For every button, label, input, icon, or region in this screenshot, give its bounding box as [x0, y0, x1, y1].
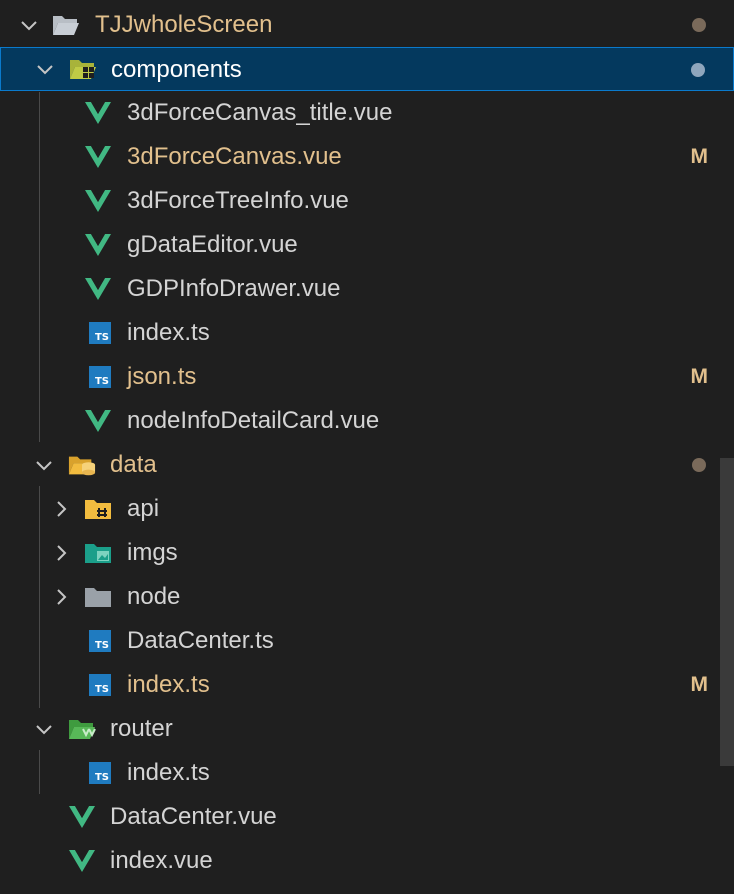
folder-row-api[interactable]: api — [0, 487, 734, 531]
folder-row-imgs[interactable]: imgs — [0, 531, 734, 575]
file-row[interactable]: gDataEditor.vue — [0, 223, 734, 267]
typescript-icon: TS — [86, 363, 114, 391]
chevron-right-icon — [49, 585, 73, 609]
folder-label: components — [111, 56, 242, 83]
ts-icon-text: TS — [94, 772, 109, 783]
vue-icon — [84, 275, 112, 303]
folder-row-router[interactable]: router — [0, 707, 734, 751]
file-row[interactable]: TS DataCenter.ts — [0, 619, 734, 663]
folder-open-icon — [52, 11, 80, 39]
chevron-down-icon — [32, 453, 56, 477]
file-row[interactable]: TS index.ts — [0, 751, 734, 795]
file-label: index.vue — [110, 847, 213, 874]
folder-row-root[interactable]: TJJwholeScreen — [0, 3, 734, 47]
file-row[interactable]: DataCenter.vue — [0, 795, 734, 839]
ts-icon-text: TS — [94, 332, 109, 343]
router-folder-icon — [68, 715, 96, 743]
file-row[interactable]: 3dForceCanvas_title.vue — [0, 91, 734, 135]
file-label: index.ts — [127, 671, 210, 698]
file-row[interactable]: TS index.ts M — [0, 663, 734, 707]
vue-icon — [84, 99, 112, 127]
chevron-down-icon — [33, 57, 57, 81]
database-folder-icon — [68, 451, 96, 479]
file-label: gDataEditor.vue — [127, 231, 298, 258]
modified-dot — [692, 18, 706, 32]
file-label: 3dForceCanvas_title.vue — [127, 99, 393, 126]
typescript-icon: TS — [86, 319, 114, 347]
vue-icon — [84, 407, 112, 435]
file-row[interactable]: GDPInfoDrawer.vue — [0, 267, 734, 311]
typescript-icon: TS — [86, 671, 114, 699]
vue-icon — [84, 231, 112, 259]
folder-label: imgs — [127, 539, 178, 566]
file-label: GDPInfoDrawer.vue — [127, 275, 341, 302]
file-row[interactable]: TS index.ts — [0, 311, 734, 355]
file-label: index.ts — [127, 319, 210, 346]
file-label: DataCenter.vue — [110, 803, 277, 830]
vertical-scrollbar[interactable] — [720, 458, 734, 766]
vue-icon — [68, 847, 96, 875]
ts-icon-text: TS — [94, 640, 109, 651]
file-label: 3dForceCanvas.vue — [127, 143, 342, 170]
file-label: 3dForceTreeInfo.vue — [127, 187, 349, 214]
folder-label: data — [110, 451, 157, 478]
folder-label: api — [127, 495, 160, 522]
file-row[interactable]: index.vue — [0, 839, 734, 883]
file-row[interactable]: nodeInfoDetailCard.vue — [0, 399, 734, 443]
api-folder-icon — [84, 495, 112, 523]
ts-icon-text: TS — [94, 376, 109, 387]
folder-label: node — [127, 583, 181, 610]
vue-icon — [84, 143, 112, 171]
file-label: DataCenter.ts — [127, 627, 274, 654]
components-folder-icon — [69, 55, 97, 83]
git-status-badge: M — [690, 673, 709, 696]
folder-label: router — [110, 715, 173, 742]
folder-icon — [84, 583, 112, 611]
chevron-right-icon — [49, 541, 73, 565]
chevron-down-icon — [32, 717, 56, 741]
file-row[interactable]: 3dForceCanvas.vue M — [0, 135, 734, 179]
vue-icon — [68, 803, 96, 831]
ts-icon-text: TS — [94, 684, 109, 695]
file-label: nodeInfoDetailCard.vue — [127, 407, 380, 434]
folder-row-data[interactable]: data — [0, 443, 734, 487]
file-row[interactable]: TS json.ts M — [0, 355, 734, 399]
folder-row-node[interactable]: node — [0, 575, 734, 619]
modified-dot — [692, 458, 706, 472]
chevron-down-icon — [17, 13, 41, 37]
vue-icon — [84, 187, 112, 215]
file-row[interactable]: 3dForceTreeInfo.vue — [0, 179, 734, 223]
image-folder-icon — [84, 539, 112, 567]
folder-row-components[interactable]: components — [0, 47, 734, 91]
file-label: json.ts — [127, 363, 197, 390]
typescript-icon: TS — [86, 759, 114, 787]
file-label: index.ts — [127, 759, 210, 786]
typescript-icon: TS — [86, 627, 114, 655]
file-explorer: TJJwholeScreen components 3dForceCanvas_… — [0, 0, 734, 894]
git-status-badge: M — [690, 145, 709, 168]
modified-dot — [691, 63, 705, 77]
git-status-badge: M — [690, 365, 709, 388]
chevron-right-icon — [49, 497, 73, 521]
folder-label: TJJwholeScreen — [95, 11, 273, 38]
